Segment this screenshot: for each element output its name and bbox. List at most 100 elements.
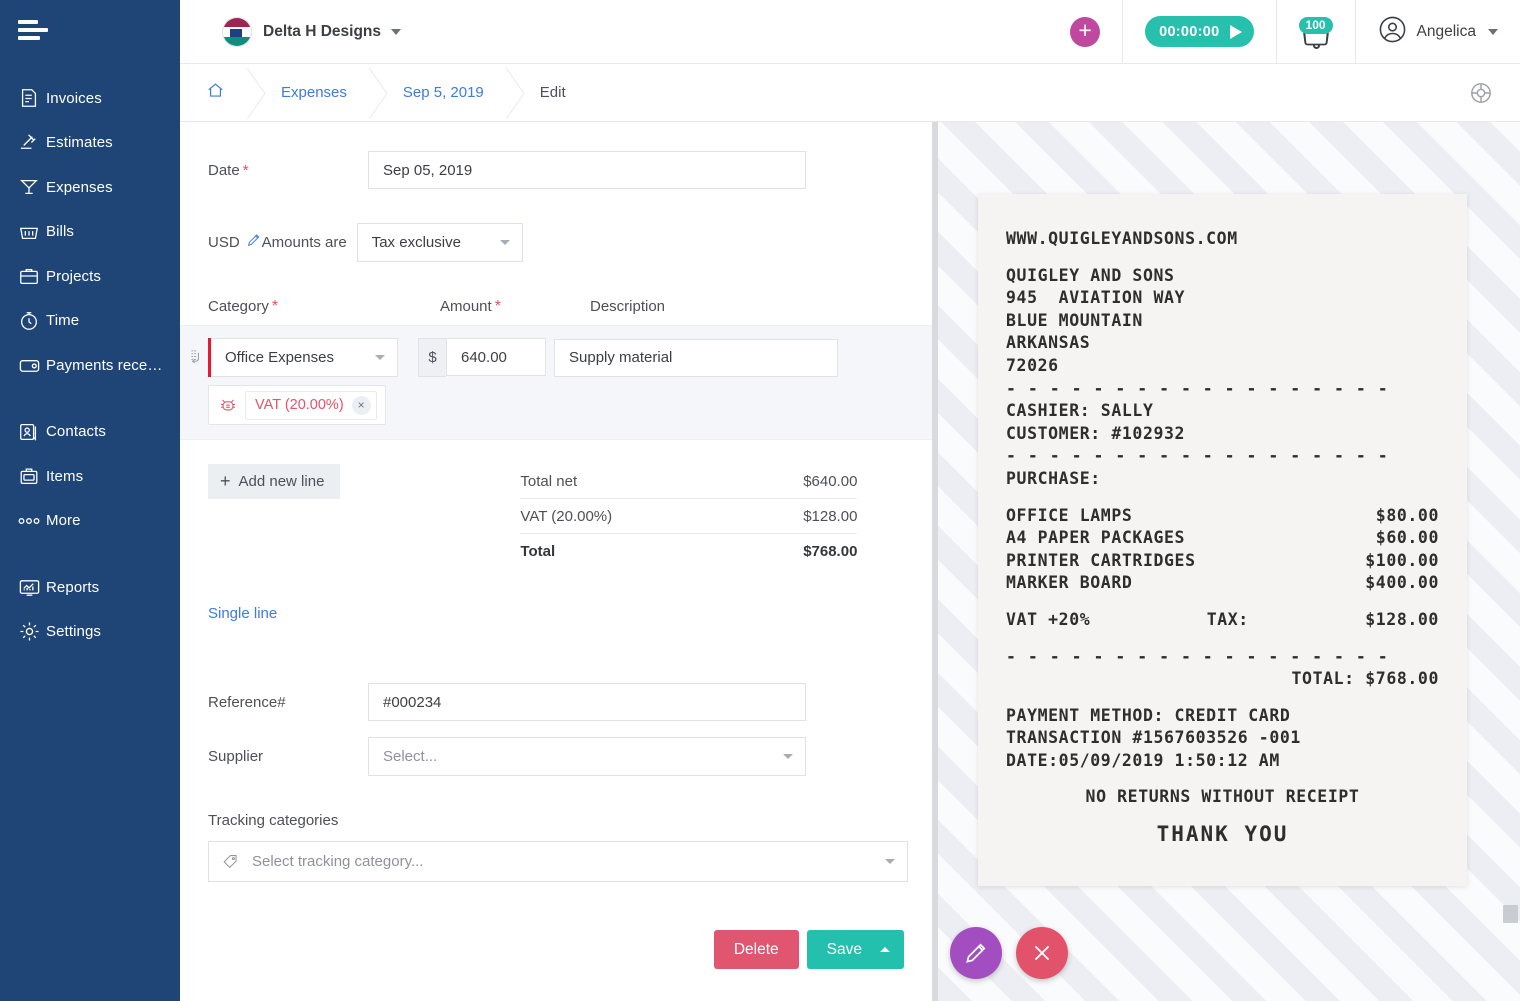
amounts-are-select[interactable]: Tax exclusive	[356, 223, 523, 262]
chevron-down-icon	[391, 28, 402, 35]
breadcrumb-home[interactable]	[180, 64, 251, 122]
sidebar-item-label: Invoices	[46, 89, 102, 107]
edit-pencil-icon[interactable]	[246, 232, 262, 253]
receipt-no-returns: NO RETURNS WITHOUT RECEIPT	[1085, 787, 1360, 807]
sidebar-item-items[interactable]: Items	[0, 454, 180, 499]
tax-selector[interactable]: VAT (20.00%) ×	[208, 385, 386, 425]
tag-icon	[221, 852, 240, 871]
sidebar-item-bills[interactable]: Bills	[0, 210, 180, 255]
category-value: Office Expenses	[225, 349, 334, 366]
save-button-label: Save	[826, 940, 862, 958]
notifications-button[interactable]: 100	[1275, 0, 1355, 64]
sidebar-item-more[interactable]: More	[0, 499, 180, 544]
single-line-link[interactable]: Single line	[180, 569, 277, 622]
top-bar-actions: + 00:00:00 100 Angelica	[1048, 0, 1520, 64]
line-item-tax-row: VAT (20.00%) ×	[180, 385, 932, 425]
receipt-item-price: $80.00	[1375, 505, 1439, 525]
org-avatar	[222, 16, 252, 47]
sidebar-item-reports[interactable]: Reports	[0, 565, 180, 610]
totals-section: + Add new line Total net $640.00 VAT (20…	[180, 440, 932, 569]
sidebar-item-label: Items	[46, 467, 84, 485]
drag-handle-icon[interactable]	[186, 348, 208, 367]
totals-label: Total	[520, 543, 556, 560]
timer-button[interactable]: 00:00:00	[1122, 0, 1275, 64]
totals-label: VAT (20.00%)	[520, 507, 613, 525]
reference-input[interactable]	[368, 683, 806, 721]
projects-icon	[12, 263, 46, 289]
receipt-item-name: OFFICE LAMPS	[1006, 505, 1133, 525]
tracking-category-select[interactable]: Select tracking category...	[208, 841, 908, 882]
settings-icon	[12, 619, 46, 645]
expense-form-panel: Date* USD Amounts are Tax exclusive	[180, 122, 932, 1001]
tracking-categories-label: Tracking categories	[208, 812, 339, 829]
top-bar: Delta H Designs + 00:00:00 100 Angelica	[180, 0, 1520, 64]
sidebar-logo[interactable]	[0, 0, 180, 62]
sidebar-item-invoices[interactable]: Invoices	[0, 76, 180, 121]
notification-badge: 100	[1298, 16, 1333, 34]
sidebar-item-time[interactable]: Time	[0, 299, 180, 344]
edit-receipt-button[interactable]	[950, 927, 1002, 979]
supplier-placeholder: Select...	[383, 748, 438, 765]
amount-input[interactable]	[446, 338, 546, 376]
tax-icon	[219, 396, 237, 414]
org-name: Delta H Designs	[263, 22, 382, 40]
items-icon	[12, 463, 46, 489]
breadcrumb-item-date[interactable]: Sep 5, 2019	[373, 64, 510, 122]
receipt-address3: ARKANSAS	[1006, 333, 1091, 353]
help-lifebuoy-icon[interactable]	[1468, 80, 1494, 111]
receipt-address2: BLUE MOUNTAIN	[1006, 310, 1143, 330]
receipt-customer: CUSTOMER: #102932	[1006, 423, 1186, 443]
org-switcher[interactable]: Delta H Designs	[222, 16, 402, 47]
receipt-divider: - - - - - - - - - - - - - - - - - -	[1006, 378, 1389, 398]
receipt-tax-row: VAT +20% TAX: $128.00	[1006, 609, 1439, 632]
delete-button[interactable]: Delete	[713, 930, 799, 969]
chevron-up-icon	[880, 947, 890, 952]
app-root: Invoices Estimates Expenses Bills Projec…	[0, 0, 1520, 1001]
sidebar-item-label: Contacts	[46, 423, 106, 441]
close-receipt-button[interactable]	[1016, 927, 1068, 979]
add-new-line-button[interactable]: + Add new line	[208, 464, 341, 499]
receipt-tax-value: $128.00	[1365, 609, 1439, 629]
receipt-date: DATE:05/09/2019 1:50:12 AM	[1006, 750, 1280, 770]
amounts-are-value: Tax exclusive	[371, 234, 461, 251]
sidebar-item-contacts[interactable]: Contacts	[0, 410, 180, 455]
receipt-address1: 945 AVIATION WAY	[1006, 288, 1186, 308]
supplier-select[interactable]: Select...	[368, 737, 806, 776]
totals-row: Total net $640.00	[520, 464, 858, 499]
time-icon	[12, 308, 46, 334]
column-header-amount: Amount	[440, 298, 492, 315]
receipt-total: TOTAL: $768.00	[1291, 669, 1439, 689]
user-menu[interactable]: Angelica	[1354, 0, 1520, 64]
currency-row: USD Amounts are Tax exclusive	[180, 189, 932, 262]
tax-chip-remove-icon[interactable]: ×	[351, 395, 371, 415]
sidebar-item-label: Expenses	[46, 178, 113, 196]
line-item-row: Office Expenses $ 640.00 Supply material…	[180, 325, 932, 440]
date-input[interactable]	[368, 151, 806, 189]
breadcrumb-item-edit: Edit	[510, 64, 592, 122]
description-input[interactable]	[554, 338, 838, 377]
sidebar-item-payments-received[interactable]: Payments rece…	[0, 343, 180, 388]
bills-icon	[12, 219, 46, 245]
tracking-categories-row: Select tracking category...	[180, 829, 932, 882]
receipt-cashier: CASHIER: SALLY	[1006, 401, 1154, 421]
supplier-row: Supplier Select...	[180, 721, 932, 776]
sidebar-item-settings[interactable]: Settings	[0, 610, 180, 655]
receipt-item-price: $100.00	[1365, 550, 1439, 570]
totals-value: $640.00	[803, 472, 858, 490]
vertical-scrollbar-thumb[interactable]	[1503, 905, 1518, 923]
receipt-floating-actions	[950, 927, 1068, 979]
receipt-item: OFFICE LAMPS $80.00	[1006, 505, 1439, 528]
totals-row: VAT (20.00%) $128.00	[520, 499, 858, 534]
category-select[interactable]: Office Expenses	[208, 338, 398, 377]
sidebar-item-projects[interactable]: Projects	[0, 254, 180, 299]
sidebar-item-expenses[interactable]: Expenses	[0, 165, 180, 210]
currency-symbol: $	[418, 338, 446, 377]
receipt-item-name: MARKER BOARD	[1006, 573, 1133, 593]
save-button[interactable]: Save	[806, 930, 904, 969]
breadcrumb-item-expenses[interactable]: Expenses	[251, 64, 373, 122]
sidebar-item-estimates[interactable]: Estimates	[0, 121, 180, 166]
avatar	[1378, 15, 1407, 49]
quick-add-button[interactable]: +	[1048, 0, 1122, 64]
expenses-icon	[12, 174, 46, 200]
sidebar-item-label: Reports	[46, 578, 100, 596]
